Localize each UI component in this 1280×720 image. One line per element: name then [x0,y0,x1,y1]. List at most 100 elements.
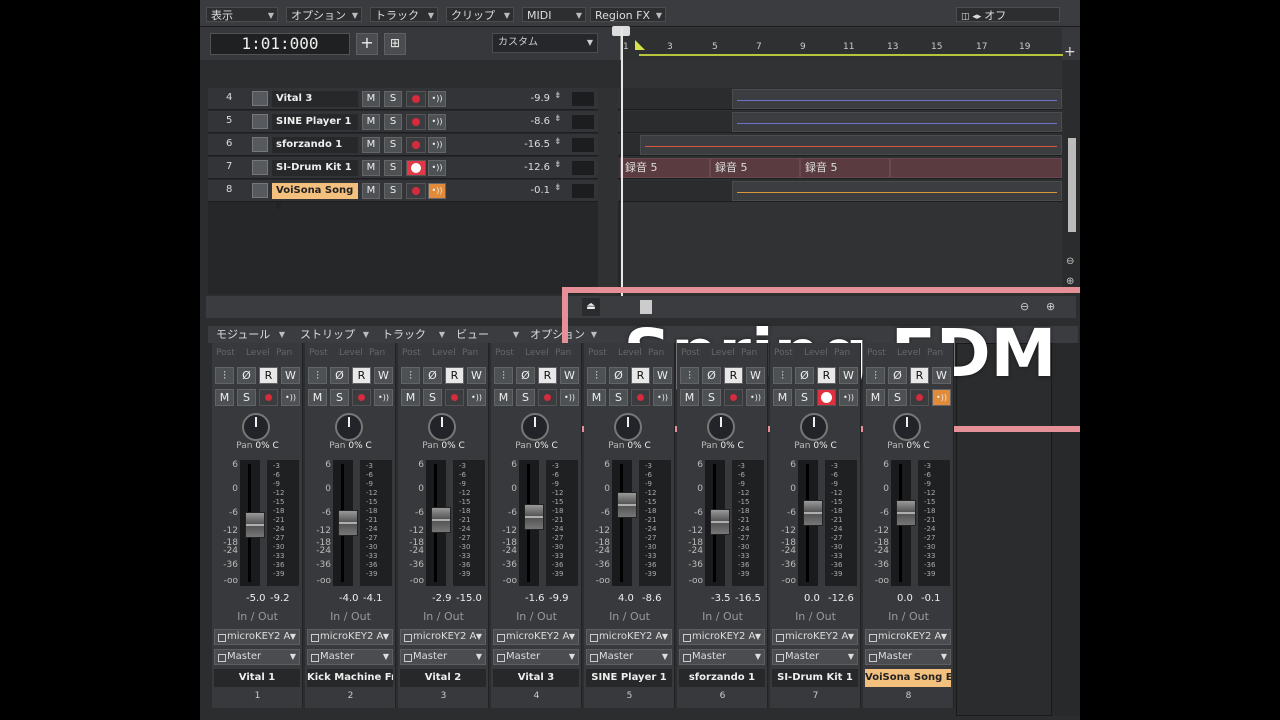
mute-button[interactable]: M [362,114,380,130]
mute-button[interactable]: M [587,389,606,406]
mute-button[interactable]: M [362,91,380,107]
track-volume[interactable]: -12.6 [508,162,550,173]
input-select[interactable]: microKEY2 A ▼ [493,629,579,645]
volume-fader[interactable] [338,510,358,536]
mixer-menu-track[interactable]: トラック ▼ [378,327,448,342]
mute-button[interactable]: M [362,137,380,153]
write-button[interactable]: W [467,367,486,384]
record-arm-button[interactable] [817,389,836,406]
mute-button[interactable]: M [773,389,792,406]
volume-fader[interactable] [524,504,544,530]
volume-fader[interactable] [896,500,916,526]
instrument-icon[interactable] [252,91,268,106]
mute-button[interactable]: M [362,160,380,176]
record-arm-button[interactable] [406,160,426,176]
input-select[interactable]: microKEY2 A ▼ [400,629,486,645]
read-button[interactable]: R [538,367,557,384]
menu-track[interactable]: トラック ▼ [370,7,438,22]
midi-clip[interactable] [732,89,1062,109]
output-select[interactable]: Master ▼ [493,649,579,665]
solo-button[interactable]: S [330,389,349,406]
automation-icon[interactable]: ⫶ [401,367,420,384]
input-select[interactable]: microKEY2 A ▼ [772,629,858,645]
mute-button[interactable]: M [362,183,380,199]
output-select[interactable]: Master ▼ [865,649,951,665]
record-arm-button[interactable] [352,389,371,406]
mute-button[interactable]: M [308,389,327,406]
solo-button[interactable]: S [423,389,442,406]
record-arm-button[interactable] [406,183,426,199]
input-echo-button[interactable]: •)) [746,389,765,406]
phase-button[interactable]: Ø [702,367,721,384]
volume-fader[interactable] [710,509,730,535]
loop-start-marker[interactable] [635,40,645,50]
menu-clip[interactable]: クリップ ▼ [446,7,514,22]
write-button[interactable]: W [281,367,300,384]
track-volume[interactable]: -9.9 [508,93,550,104]
automation-icon[interactable]: ⫶ [215,367,234,384]
menu-region-fx[interactable]: Region FX ▼ [590,7,666,22]
phase-button[interactable]: Ø [237,367,256,384]
pan-knob[interactable] [800,413,828,441]
phase-button[interactable]: Ø [423,367,442,384]
output-select[interactable]: Master ▼ [214,649,300,665]
output-select[interactable]: Master ▼ [586,649,672,665]
phase-button[interactable]: Ø [330,367,349,384]
write-button[interactable]: W [374,367,393,384]
track-name[interactable]: SI-Drum Kit 1 [272,160,358,176]
record-arm-button[interactable] [724,389,743,406]
track-name[interactable]: Vital 3 [272,91,358,107]
strip-name[interactable]: Vital 2 [400,669,486,687]
record-arm-button[interactable] [538,389,557,406]
automation-icon[interactable]: ⫶ [308,367,327,384]
phase-button[interactable]: Ø [795,367,814,384]
write-button[interactable]: W [839,367,858,384]
input-echo-button[interactable]: •)) [653,389,672,406]
instrument-icon[interactable] [252,160,268,175]
automation-icon[interactable]: ⫶ [494,367,513,384]
track-name[interactable]: VoiSona Song E [272,183,358,212]
clip-area[interactable]: 録音 5 録音 5 録音 5 [620,60,1062,294]
record-arm-button[interactable] [445,389,464,406]
pan-knob[interactable] [521,413,549,441]
output-select[interactable]: Master ▼ [400,649,486,665]
add-track-button[interactable]: + [356,33,378,55]
clip-lane[interactable] [620,111,1062,133]
record-arm-button[interactable] [406,114,426,130]
solo-button[interactable]: S [384,160,402,176]
strip-name[interactable]: sforzando 1 [679,669,765,687]
read-button[interactable]: R [352,367,371,384]
snap-menu[interactable]: ◫ ◂▸ オフ [956,7,1060,22]
mixer-menu-view[interactable]: ビュー ▼ [452,327,522,342]
pan-knob[interactable] [707,413,735,441]
solo-button[interactable]: S [888,389,907,406]
input-echo-button[interactable]: •)) [428,114,446,130]
write-button[interactable]: W [560,367,579,384]
volume-fader[interactable] [245,512,265,538]
write-button[interactable]: W [653,367,672,384]
volume-fader[interactable] [617,492,637,518]
mute-button[interactable]: M [401,389,420,406]
mute-button[interactable]: M [680,389,699,406]
input-echo-button[interactable]: •)) [839,389,858,406]
record-arm-button[interactable] [259,389,278,406]
audio-clip[interactable] [890,158,1062,178]
automation-icon[interactable]: ⫶ [866,367,885,384]
input-echo-button[interactable]: •)) [428,160,446,176]
write-button[interactable]: W [746,367,765,384]
strip-name[interactable]: SI-Drum Kit 1 [772,669,858,687]
volume-fader[interactable] [431,507,451,533]
instrument-icon[interactable] [252,137,268,152]
phase-button[interactable]: Ø [609,367,628,384]
read-button[interactable]: R [910,367,929,384]
record-arm-button[interactable] [406,137,426,153]
strip-name[interactable]: VoiSona Song E [865,669,951,687]
volume-fader[interactable] [803,500,823,526]
pan-knob[interactable] [893,413,921,441]
solo-button[interactable]: S [384,183,402,199]
strip-name[interactable]: SINE Player 1 [586,669,672,687]
solo-button[interactable]: S [384,137,402,153]
input-select[interactable]: microKEY2 A ▼ [679,629,765,645]
solo-button[interactable]: S [609,389,628,406]
read-button[interactable]: R [259,367,278,384]
